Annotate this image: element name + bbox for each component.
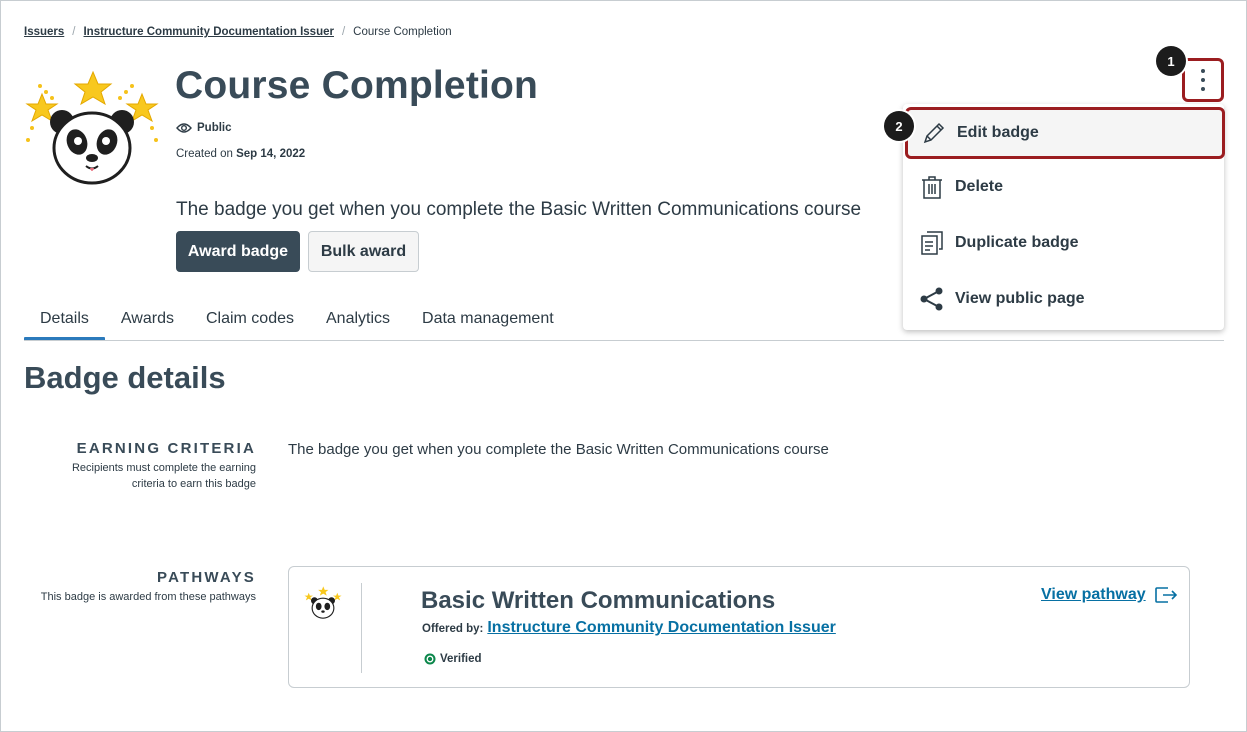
offered-by-label: Offered by: — [422, 623, 484, 635]
breadcrumb-issuer[interactable]: Instructure Community Documentation Issu… — [83, 26, 333, 38]
menu-item-label: Duplicate badge — [955, 234, 1079, 251]
panda-stars-icon — [304, 586, 342, 619]
options-menu: Edit badge Delete Duplicate badge View p… — [903, 104, 1225, 330]
created-date: Created on Sep 14, 2022 — [176, 148, 305, 160]
earning-criteria-label-group: EARNING CRITERIA Recipients must complet… — [40, 440, 256, 492]
issuer-link[interactable]: Instructure Community Documentation Issu… — [487, 619, 836, 637]
pathways-sublabel: This badge is awarded from these pathway… — [40, 591, 256, 603]
breadcrumb-current: Course Completion — [353, 26, 452, 38]
view-pathway-label[interactable]: View pathway — [1041, 586, 1146, 604]
pathway-card: Basic Written Communications Offered by:… — [288, 566, 1190, 688]
pathway-name: Basic Written Communications — [421, 587, 776, 614]
options-menu-button[interactable] — [1182, 58, 1224, 102]
menu-item-view-public-page[interactable]: View public page — [903, 273, 1224, 325]
external-link-icon — [1154, 587, 1177, 603]
panda-stars-icon — [25, 70, 159, 185]
pathway-divider — [361, 583, 362, 673]
menu-item-duplicate-badge[interactable]: Duplicate badge — [903, 217, 1224, 269]
tab-details[interactable]: Details — [24, 308, 105, 341]
pathways-label-group: PATHWAYS This badge is awarded from thes… — [40, 569, 256, 605]
visibility-label: Public — [197, 122, 232, 134]
earning-criteria-text: The badge you get when you complete the … — [288, 441, 829, 458]
menu-item-label: Edit badge — [957, 124, 1039, 141]
share-icon — [919, 286, 945, 312]
callout-marker: 1 — [1156, 46, 1186, 76]
tabs-divider — [24, 340, 1224, 341]
tab-claim-codes[interactable]: Claim codes — [190, 308, 310, 340]
kebab-dot — [1201, 87, 1205, 91]
tab-awards[interactable]: Awards — [105, 308, 190, 340]
tab-analytics[interactable]: Analytics — [310, 308, 406, 340]
badge-title: Course Completion — [175, 64, 539, 107]
pencil-icon — [921, 120, 947, 146]
trash-icon — [919, 174, 945, 200]
view-pathway-link[interactable]: View pathway — [1041, 586, 1178, 604]
kebab-dot — [1201, 69, 1205, 73]
breadcrumb-separator: / — [341, 26, 346, 38]
menu-item-label: Delete — [955, 178, 1004, 195]
section-title: Badge details — [24, 360, 226, 395]
menu-item-label: View public page — [955, 290, 1085, 307]
created-date-value: Sep 14, 2022 — [236, 148, 306, 160]
verified-icon — [424, 653, 436, 665]
tab-data-management[interactable]: Data management — [406, 308, 570, 340]
kebab-dot — [1201, 78, 1205, 82]
bulk-award-button[interactable]: Bulk award — [308, 231, 419, 272]
award-badge-button[interactable]: Award badge — [176, 231, 300, 272]
breadcrumb: Issuers / Instructure Community Document… — [24, 26, 452, 38]
menu-item-delete[interactable]: Delete — [903, 161, 1224, 213]
verified-status: Verified — [424, 653, 482, 665]
pathway-offered-by: Offered by: Instructure Community Docume… — [422, 619, 836, 637]
created-prefix: Created on — [176, 148, 233, 160]
earning-criteria-label: EARNING CRITERIA — [76, 440, 256, 457]
earning-criteria-sublabel: Recipients must complete the earning cri… — [71, 462, 256, 490]
breadcrumb-separator: / — [72, 26, 76, 38]
tab-bar: Details Awards Claim codes Analytics Dat… — [24, 308, 570, 341]
menu-item-edit-badge[interactable]: Edit badge — [905, 107, 1225, 159]
callout-marker: 2 — [884, 111, 914, 141]
visibility-indicator: Public — [176, 122, 232, 134]
eye-icon — [176, 123, 192, 133]
verified-label: Verified — [440, 653, 482, 665]
badge-description: The badge you get when you complete the … — [176, 199, 862, 220]
breadcrumb-issuers[interactable]: Issuers — [24, 26, 64, 38]
pathways-label: PATHWAYS — [156, 569, 256, 586]
duplicate-icon — [919, 230, 945, 256]
